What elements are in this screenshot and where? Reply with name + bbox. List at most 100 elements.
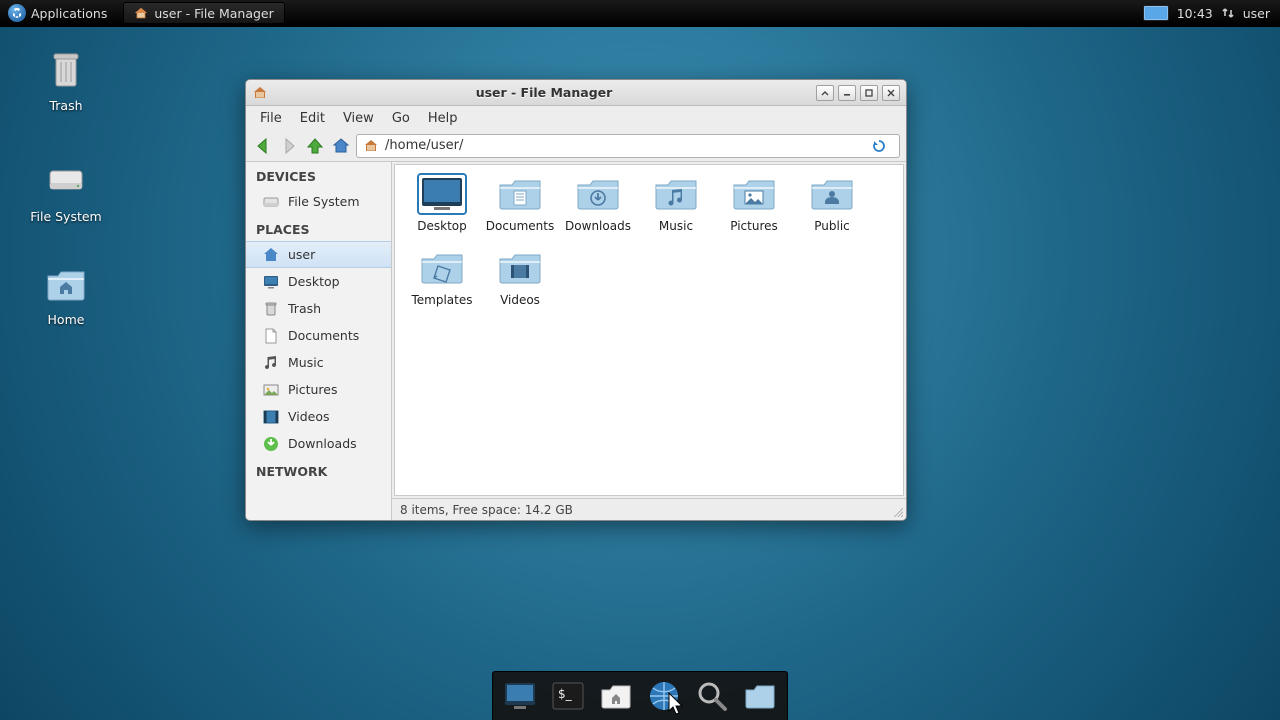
folder-pictures[interactable]: Pictures: [715, 175, 793, 233]
folder-icon: [653, 175, 699, 213]
network-icon[interactable]: [1221, 6, 1235, 20]
folder-home-icon: [42, 258, 90, 306]
home-icon: [252, 85, 268, 101]
forward-button[interactable]: [278, 135, 300, 157]
sidebar-item-filesystem[interactable]: File System: [246, 188, 391, 215]
folder-icon: [731, 175, 777, 213]
sidebar-item-label: Pictures: [288, 382, 338, 397]
menu-go[interactable]: Go: [384, 108, 418, 129]
close-button[interactable]: [882, 85, 900, 101]
folder-icon: [419, 249, 465, 287]
sidebar-item-user[interactable]: user: [246, 241, 391, 268]
sidebar-item-label: Downloads: [288, 436, 357, 451]
user-menu[interactable]: user: [1243, 6, 1270, 21]
xfce-logo-icon: [8, 4, 26, 22]
folder-label: Downloads: [559, 219, 637, 233]
folder-label: Public: [793, 219, 871, 233]
status-text: 8 items, Free space: 14.2 GB: [400, 503, 573, 517]
folder-icon: [809, 175, 855, 213]
home-icon: [262, 246, 280, 264]
sidebar: DEVICES File System PLACES user Desktop …: [246, 162, 392, 520]
minimize-button[interactable]: [838, 85, 856, 101]
folder-documents[interactable]: Documents: [481, 175, 559, 233]
menubar: File Edit View Go Help: [246, 106, 906, 130]
dock-web-browser[interactable]: [645, 677, 683, 715]
folder-templates[interactable]: Templates: [403, 249, 481, 307]
window-title: user - File Manager: [272, 85, 816, 100]
clock[interactable]: 10:43: [1177, 6, 1213, 21]
videos-icon: [262, 408, 280, 426]
titlebar[interactable]: user - File Manager: [246, 80, 906, 106]
sidebar-item-pictures[interactable]: Pictures: [246, 376, 391, 403]
folder-music[interactable]: Music: [637, 175, 715, 233]
folder-label: Documents: [481, 219, 559, 233]
desktop-icon-filesystem[interactable]: File System: [16, 155, 116, 224]
taskbar-item-file-manager[interactable]: user - File Manager: [123, 2, 284, 24]
sidebar-item-desktop[interactable]: Desktop: [246, 268, 391, 295]
desktop-icon-label: Trash: [16, 98, 116, 113]
workspace-icon: [1143, 5, 1169, 21]
icon-view[interactable]: Desktop Documents Downloads: [394, 164, 904, 496]
sidebar-item-label: user: [288, 247, 315, 262]
folder-label: Music: [637, 219, 715, 233]
desktop-icon: [262, 273, 280, 291]
path-bar[interactable]: /home/user/: [356, 134, 900, 158]
desktop-icon-label: Home: [16, 312, 116, 327]
pictures-icon: [262, 381, 280, 399]
menu-edit[interactable]: Edit: [292, 108, 333, 129]
menu-view[interactable]: View: [335, 108, 382, 129]
sidebar-item-videos[interactable]: Videos: [246, 403, 391, 430]
taskbar-item-label: user - File Manager: [154, 6, 273, 21]
file-manager-window: user - File Manager File Edit View Go He…: [245, 79, 907, 521]
dock-terminal[interactable]: $_: [549, 677, 587, 715]
sidebar-item-label: File System: [288, 194, 360, 209]
folder-icon: [575, 175, 621, 213]
sidebar-item-label: Documents: [288, 328, 359, 343]
menu-file[interactable]: File: [252, 108, 290, 129]
dock-file-manager[interactable]: [597, 677, 635, 715]
downloads-icon: [262, 435, 280, 453]
home-icon: [134, 6, 148, 20]
applications-label: Applications: [31, 6, 107, 21]
folder-desktop[interactable]: Desktop: [403, 175, 481, 233]
desktop-folder-icon: [419, 175, 465, 213]
home-icon: [363, 138, 379, 154]
folder-public[interactable]: Public: [793, 175, 871, 233]
folder-downloads[interactable]: Downloads: [559, 175, 637, 233]
folder-label: Pictures: [715, 219, 793, 233]
dock-app-finder[interactable]: [693, 677, 731, 715]
workspace-switcher[interactable]: [1135, 0, 1177, 26]
sidebar-item-documents[interactable]: Documents: [246, 322, 391, 349]
home-button[interactable]: [330, 135, 352, 157]
svg-text:$_: $_: [558, 687, 573, 701]
dock-show-desktop[interactable]: [501, 677, 539, 715]
resize-grip[interactable]: [893, 507, 903, 517]
toolbar: /home/user/: [246, 130, 906, 162]
sidebar-heading-network: NETWORK: [246, 457, 391, 483]
menu-help[interactable]: Help: [420, 108, 466, 129]
maximize-button[interactable]: [860, 85, 878, 101]
desktop-icon-home[interactable]: Home: [16, 258, 116, 327]
sidebar-heading-places: PLACES: [246, 215, 391, 241]
folder-icon: [497, 175, 543, 213]
sidebar-item-trash[interactable]: Trash: [246, 295, 391, 322]
desktop-icon-trash[interactable]: Trash: [16, 44, 116, 113]
folder-icon: [497, 249, 543, 287]
folder-videos[interactable]: Videos: [481, 249, 559, 307]
top-panel: Applications user - File Manager 10:43 u…: [0, 0, 1280, 27]
sidebar-heading-devices: DEVICES: [246, 162, 391, 188]
drive-icon: [262, 193, 280, 211]
sidebar-item-label: Trash: [288, 301, 321, 316]
taskbar: user - File Manager: [115, 0, 292, 26]
folder-label: Videos: [481, 293, 559, 307]
folder-label: Desktop: [403, 219, 481, 233]
sidebar-item-label: Music: [288, 355, 324, 370]
sidebar-item-music[interactable]: Music: [246, 349, 391, 376]
refresh-button[interactable]: [871, 138, 893, 154]
parent-button[interactable]: [304, 135, 326, 157]
sidebar-item-downloads[interactable]: Downloads: [246, 430, 391, 457]
back-button[interactable]: [252, 135, 274, 157]
rollup-button[interactable]: [816, 85, 834, 101]
dock-directory[interactable]: [741, 677, 779, 715]
applications-menu[interactable]: Applications: [0, 0, 115, 26]
